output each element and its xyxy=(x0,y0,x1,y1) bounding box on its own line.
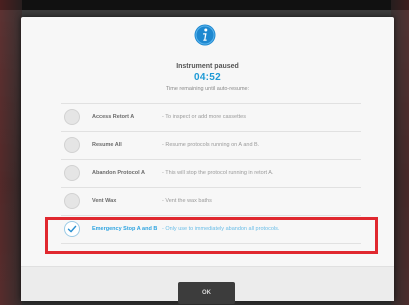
option-label: Access Retort A xyxy=(92,114,135,120)
radio-button[interactable] xyxy=(64,137,80,153)
option-resume-all[interactable]: Resume All - Resume protocols running on… xyxy=(61,131,361,159)
radio-button[interactable] xyxy=(64,165,80,181)
option-label: Vent Wax xyxy=(92,198,117,204)
info-icon xyxy=(194,24,216,46)
radio-button[interactable] xyxy=(64,193,80,209)
dialog-subtitle: Time remaining until auto-resume: xyxy=(165,86,250,92)
instrument-paused-dialog: Instrument paused 04:52 Time remaining u… xyxy=(21,17,394,304)
option-description: - Vent the wax baths xyxy=(162,198,212,204)
countdown-timer: 04:52 xyxy=(193,72,222,83)
option-access-retort-a[interactable]: Access Retort A - To inspect or add more… xyxy=(61,103,361,131)
option-label: Resume All xyxy=(92,142,122,148)
dialog-footer: OK xyxy=(21,266,394,304)
ok-button[interactable]: OK xyxy=(178,282,235,304)
background-left-strip xyxy=(0,0,22,305)
dialog-title: Instrument paused xyxy=(176,63,239,70)
option-description: - Resume protocols running on A and B. xyxy=(162,142,260,148)
option-description: - To inspect or add more cassettes xyxy=(162,114,246,120)
option-label: Abandon Protocol A xyxy=(92,170,145,176)
background-top-bar xyxy=(0,0,409,10)
option-abandon-protocol-a[interactable]: Abandon Protocol A - This will stop the … xyxy=(61,159,361,187)
option-description: - This will stop the protocol running in… xyxy=(162,170,274,176)
option-vent-wax[interactable]: Vent Wax - Vent the wax baths xyxy=(61,187,361,215)
radio-button[interactable] xyxy=(64,109,80,125)
highlight-annotation xyxy=(45,217,378,254)
